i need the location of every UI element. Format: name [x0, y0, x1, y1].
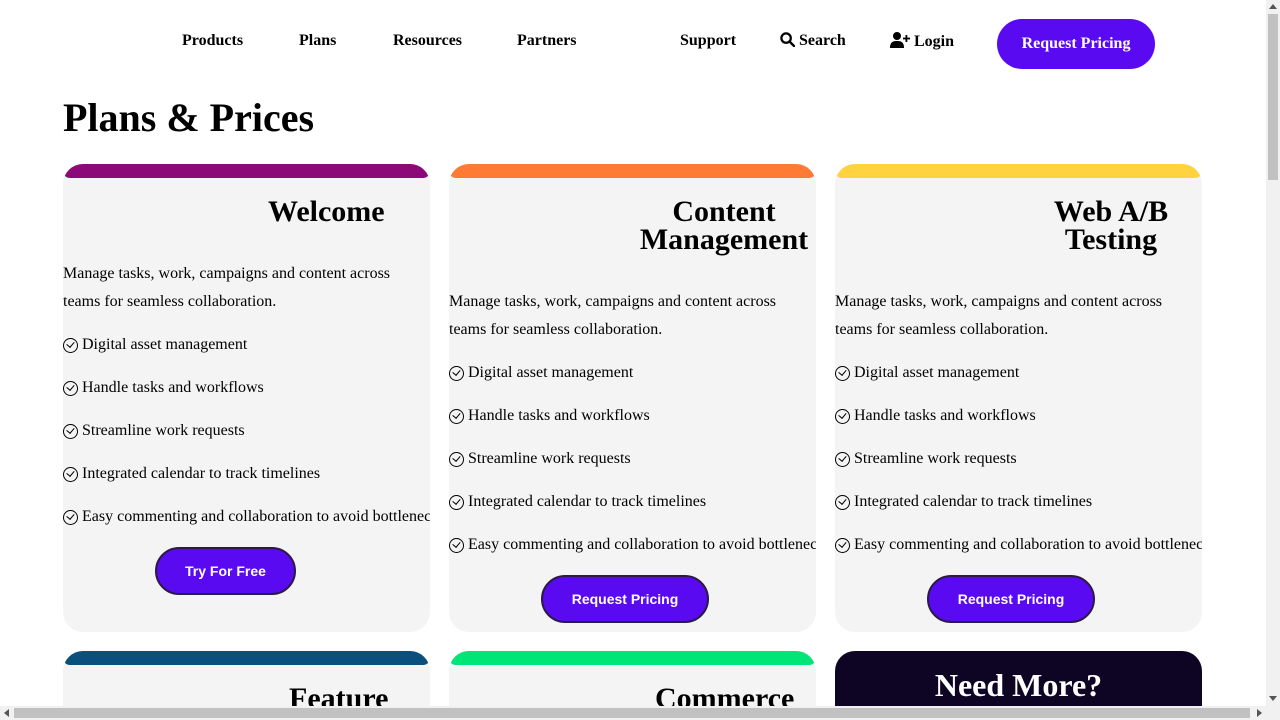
check-circle-icon	[449, 494, 464, 510]
card-accent-bar	[449, 651, 816, 665]
check-circle-icon	[63, 466, 78, 482]
card-accent-bar	[449, 164, 816, 178]
feature-item: Handle tasks and workflows	[63, 379, 264, 397]
feature-label: Digital asset management	[82, 336, 248, 353]
feature-label: Integrated calendar to track timelines	[854, 493, 1093, 510]
feature-item: Digital asset management	[63, 336, 247, 354]
card-title-line2: Management	[639, 223, 809, 256]
feature-item: Streamline work requests	[835, 450, 1017, 468]
feature-label: Handle tasks and workflows	[854, 407, 1036, 424]
top-nav: Products Plans Resources Partners Suppor…	[0, 0, 1266, 88]
check-circle-icon	[835, 408, 850, 424]
feature-item: Easy commenting and collaboration to avo…	[63, 508, 430, 526]
check-circle-icon	[449, 537, 464, 553]
plan-card-web-ab-testing: Web A/B Testing Manage tasks, work, campa…	[835, 164, 1202, 632]
feature-item: Easy commenting and collaboration to avo…	[835, 536, 1202, 554]
card-accent-bar	[63, 651, 430, 665]
check-circle-icon	[835, 537, 850, 553]
nav-partners[interactable]: Partners	[517, 32, 577, 50]
card-description: Manage tasks, work, campaigns and conten…	[63, 265, 391, 310]
nav-search[interactable]: Search	[780, 32, 846, 50]
request-pricing-button[interactable]: Request Pricing	[927, 575, 1095, 623]
feature-item: Integrated calendar to track timelines	[835, 493, 1092, 511]
card-accent-bar	[835, 164, 1202, 178]
feature-label: Handle tasks and workflows	[468, 407, 650, 424]
feature-label: Streamline work requests	[854, 450, 1017, 467]
plan-card-content-management: Content Management Manage tasks, work, ca…	[449, 164, 816, 632]
check-circle-icon	[63, 380, 78, 396]
feature-label: Integrated calendar to track timelines	[468, 493, 707, 510]
card-description: Manage tasks, work, campaigns and conten…	[449, 293, 777, 338]
search-icon	[780, 32, 795, 47]
page-title: Plans & Prices	[63, 95, 315, 140]
feature-item: Integrated calendar to track timelines	[449, 493, 706, 511]
nav-login-label: Login	[914, 33, 955, 50]
horizontal-scroll-thumb[interactable]	[14, 708, 1250, 718]
feature-label: Streamline work requests	[468, 450, 631, 467]
check-circle-icon	[449, 408, 464, 424]
feature-label: Easy commenting and collaboration to avo…	[82, 508, 430, 525]
request-pricing-button[interactable]: Request Pricing	[541, 575, 709, 623]
vertical-scrollbar[interactable]	[1266, 0, 1280, 706]
feature-item: Digital asset management	[449, 364, 633, 382]
user-plus-icon	[890, 32, 910, 48]
check-circle-icon	[835, 365, 850, 381]
scroll-left-arrow-icon[interactable]	[4, 709, 9, 717]
nav-products[interactable]: Products	[182, 32, 243, 50]
nav-plans[interactable]: Plans	[299, 32, 336, 50]
card-title: Welcome	[268, 195, 385, 228]
feature-label: Integrated calendar to track timelines	[82, 465, 321, 482]
scroll-down-arrow-icon[interactable]	[1269, 696, 1277, 701]
feature-item: Streamline work requests	[449, 450, 631, 468]
card-description: Manage tasks, work, campaigns and conten…	[835, 293, 1163, 338]
try-for-free-button[interactable]: Try For Free	[155, 547, 296, 595]
check-circle-icon	[63, 423, 78, 439]
check-circle-icon	[63, 509, 78, 525]
nav-resources[interactable]: Resources	[393, 32, 462, 50]
check-circle-icon	[449, 451, 464, 467]
card-title: Web A/B Testing	[1035, 197, 1187, 256]
feature-item: Handle tasks and workflows	[835, 407, 1036, 425]
scroll-up-arrow-icon[interactable]	[1269, 4, 1277, 9]
card-title: Content Management	[639, 197, 809, 256]
feature-label: Digital asset management	[854, 364, 1020, 381]
nav-search-label: Search	[799, 32, 846, 49]
scroll-right-arrow-icon[interactable]	[1257, 709, 1262, 717]
check-circle-icon	[63, 337, 78, 353]
feature-item: Handle tasks and workflows	[449, 407, 650, 425]
request-pricing-button[interactable]: Request Pricing	[997, 19, 1155, 69]
check-circle-icon	[835, 494, 850, 510]
vertical-scroll-thumb[interactable]	[1268, 14, 1278, 180]
feature-label: Streamline work requests	[82, 422, 245, 439]
check-circle-icon	[835, 451, 850, 467]
nav-login[interactable]: Login	[890, 32, 954, 51]
feature-item: Streamline work requests	[63, 422, 245, 440]
feature-label: Handle tasks and workflows	[82, 379, 264, 396]
feature-label: Easy commenting and collaboration to avo…	[468, 536, 816, 553]
feature-item: Digital asset management	[835, 364, 1019, 382]
plan-card-welcome: Welcome Manage tasks, work, campaigns an…	[63, 164, 430, 632]
check-circle-icon	[449, 365, 464, 381]
feature-item: Easy commenting and collaboration to avo…	[449, 536, 816, 554]
feature-label: Easy commenting and collaboration to avo…	[854, 536, 1202, 553]
card-title-line2: Testing	[1064, 223, 1158, 256]
feature-item: Integrated calendar to track timelines	[63, 465, 320, 483]
horizontal-scrollbar[interactable]	[0, 706, 1280, 720]
card-accent-bar	[63, 164, 430, 178]
feature-label: Digital asset management	[468, 364, 634, 381]
need-more-title: Need More?	[934, 667, 1103, 703]
nav-support[interactable]: Support	[680, 32, 736, 50]
